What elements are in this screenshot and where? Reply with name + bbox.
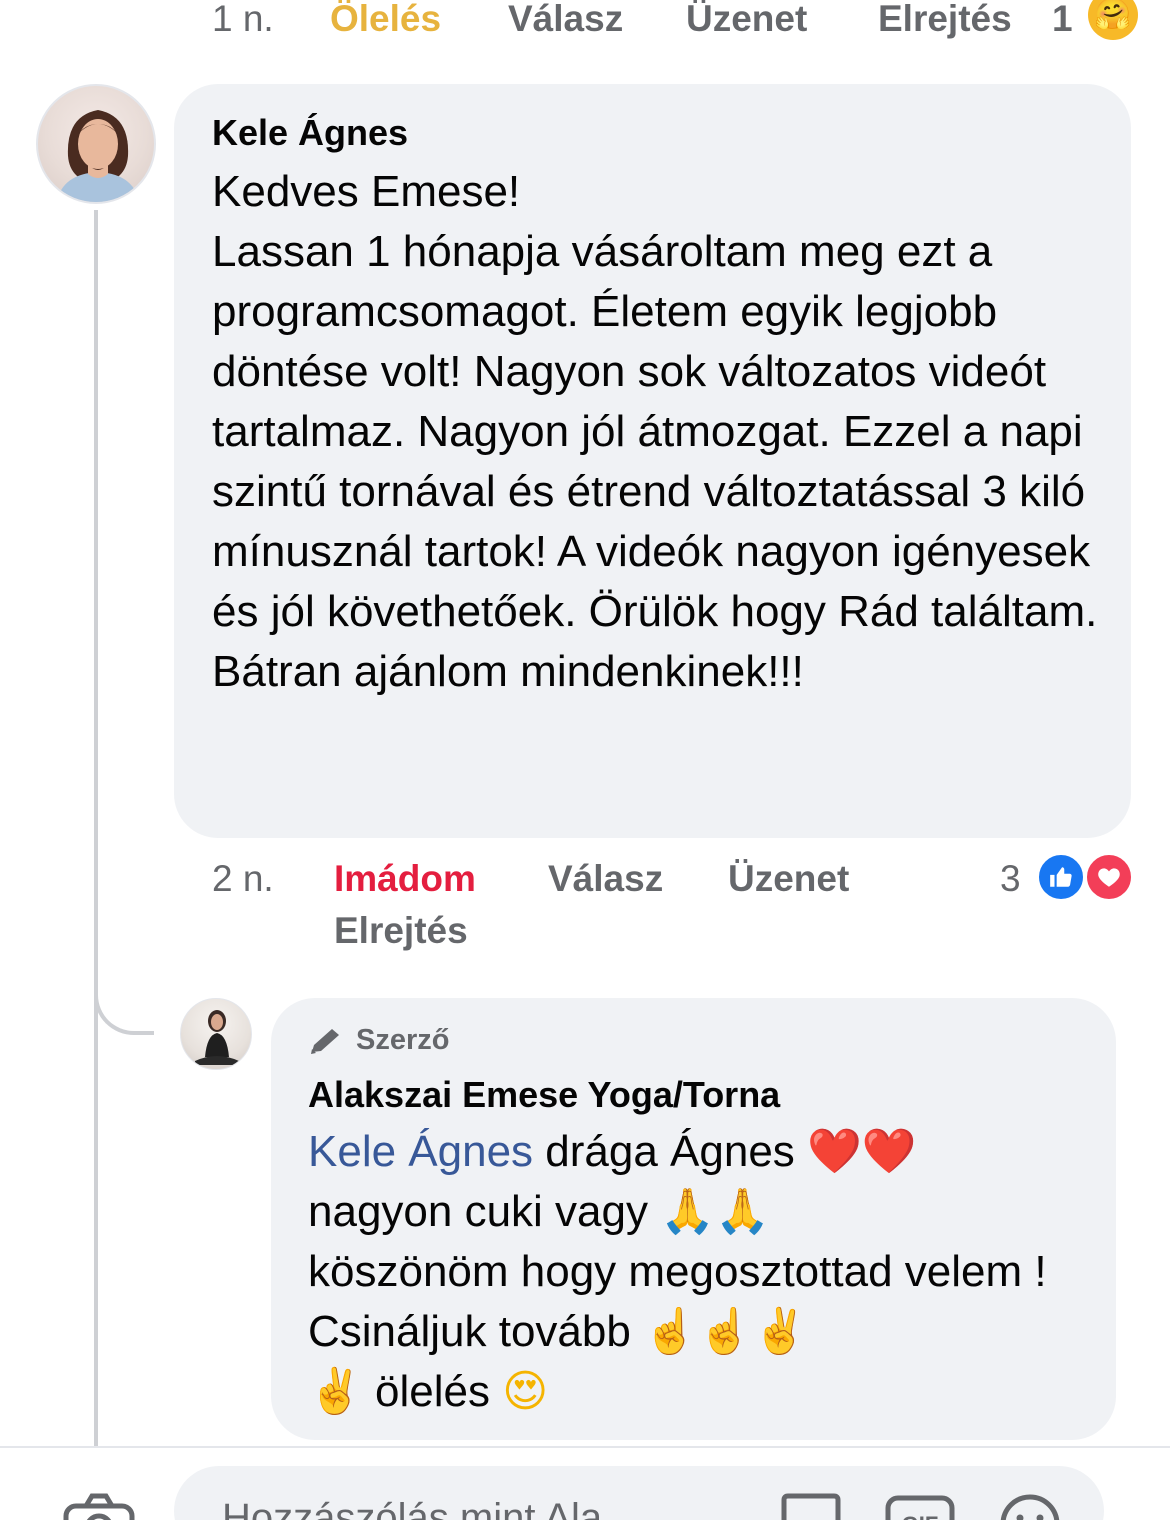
avatar[interactable] [36, 84, 156, 204]
camera-icon[interactable] [62, 1492, 136, 1520]
svg-text:GIF: GIF [902, 1512, 939, 1520]
hide-button[interactable]: Elrejtés [334, 910, 468, 952]
avatar[interactable] [180, 998, 252, 1070]
reply-button[interactable]: Válasz [548, 858, 663, 900]
love-reaction-icon [1084, 852, 1134, 902]
gif-icon[interactable]: GIF [884, 1492, 956, 1520]
comment-actions: 2 n. Imádom Válasz Üzenet Elrejtés 3 [0, 850, 1170, 960]
emoji-icon[interactable] [996, 1492, 1064, 1520]
message-button[interactable]: Üzenet [686, 0, 807, 40]
sticker-icon[interactable] [776, 1492, 846, 1520]
comment-text: Kedves Emese! Lassan 1 hónapja vásárolta… [212, 162, 1112, 702]
comment-time[interactable]: 1 n. [212, 0, 274, 40]
pencil-icon [311, 1028, 339, 1054]
reaction-count[interactable]: 3 [1000, 858, 1021, 900]
comment-time[interactable]: 2 n. [212, 858, 274, 900]
comment-thread: 1 n. Ölelés Válasz Üzenet Elrejtés 1 🤗 K… [0, 0, 1170, 1520]
victory-hand-emoji: ✌️ [308, 1366, 363, 1417]
heart-emoji: ❤️❤️ [807, 1126, 917, 1177]
reply-text-part: ölelés [362, 1367, 503, 1416]
thread-connector [94, 955, 154, 1035]
reply-author[interactable]: Alakszai Emese Yoga/Torna [308, 1074, 780, 1116]
hide-button[interactable]: Elrejtés [878, 0, 1012, 40]
author-badge-label: Szerző [356, 1024, 450, 1056]
reply-text: Kele Ágnes drága Ágnes ❤️❤️ nagyon cuki … [308, 1122, 1088, 1422]
thread-line [94, 210, 98, 1450]
like-reaction-icon [1036, 852, 1086, 902]
comment-text-content: Kedves Emese! Lassan 1 hónapja vásárolta… [212, 167, 1098, 696]
comment-input-placeholder: Hozzászólás mint Ala... [222, 1496, 636, 1520]
reply-button[interactable]: Válasz [508, 0, 623, 40]
thumbs-up-icon [1050, 867, 1072, 887]
mention-link[interactable]: Kele Ágnes [308, 1127, 533, 1176]
hand-gesture-emoji: ☝️☝️✌️ [643, 1306, 808, 1357]
heart-icon [1098, 868, 1120, 887]
previous-comment-actions: 1 n. Ölelés Válasz Üzenet Elrejtés 1 [0, 0, 1170, 46]
message-button[interactable]: Üzenet [728, 858, 849, 900]
heart-eyes-emoji: 😍 [502, 1366, 549, 1417]
reaction-button[interactable]: Imádom [334, 858, 476, 900]
author-badge: Szerző [308, 1024, 449, 1057]
comment-author[interactable]: Kele Ágnes [212, 112, 408, 154]
reply-text-part: nagyon cuki vagy [308, 1187, 661, 1236]
person-avatar-icon [195, 1010, 239, 1065]
reaction-count[interactable]: 1 [1052, 0, 1073, 40]
reply-text-part: drága Ágnes [533, 1127, 808, 1176]
reaction-button[interactable]: Ölelés [330, 0, 441, 40]
praying-hands-emoji: 🙏🙏 [660, 1186, 770, 1237]
person-avatar-icon [56, 110, 140, 202]
